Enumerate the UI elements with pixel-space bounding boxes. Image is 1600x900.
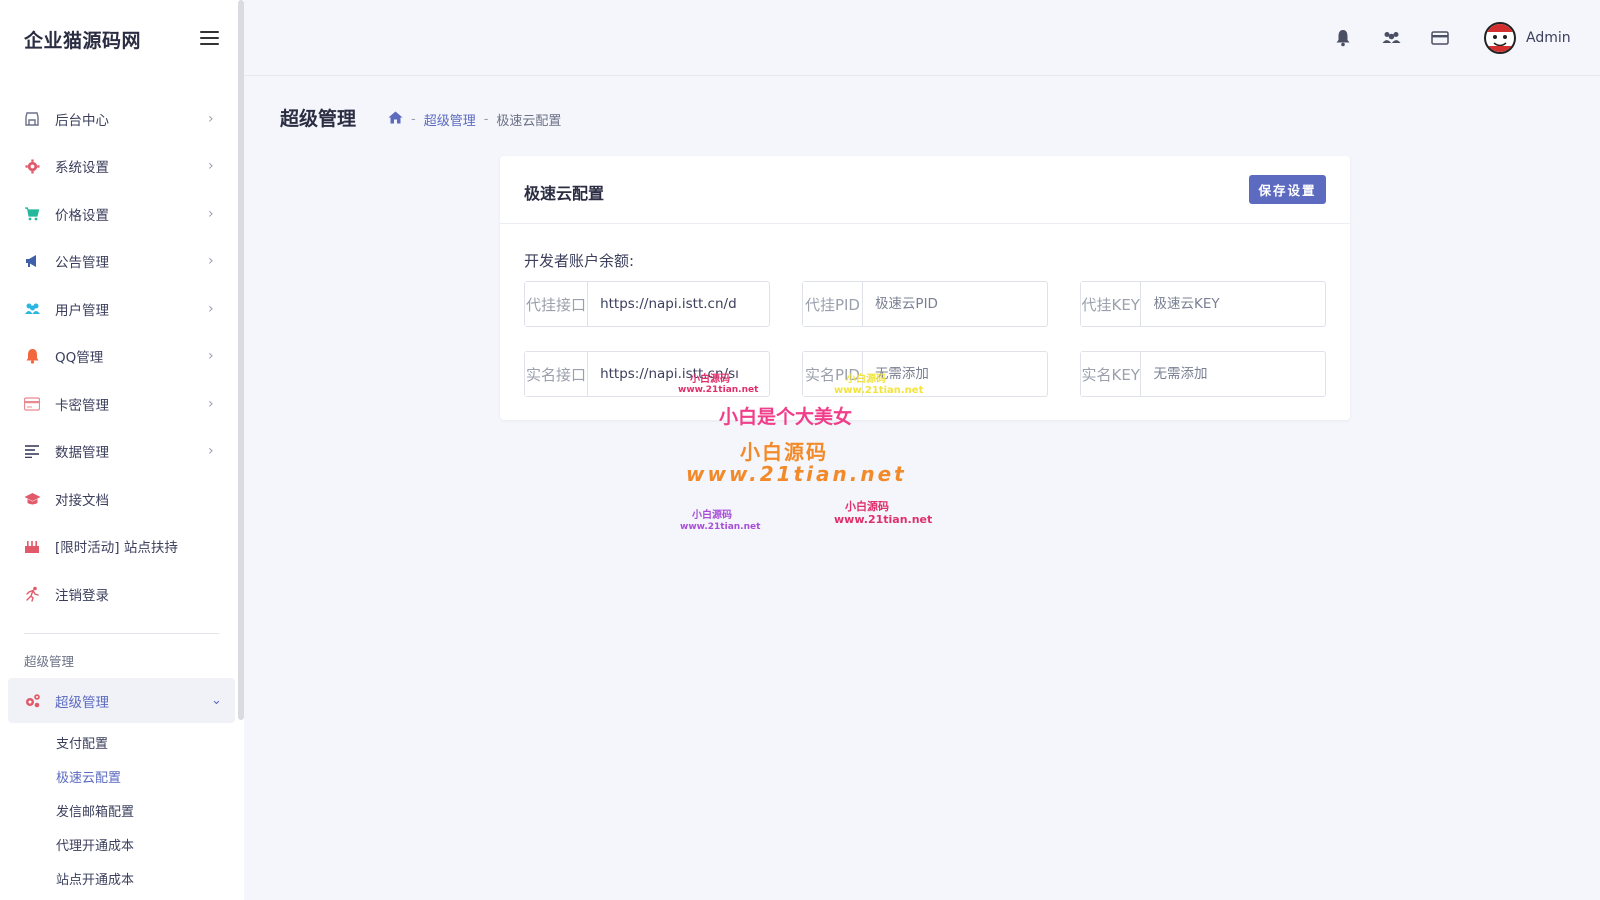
- submenu-item-agent-cost[interactable]: 代理开通成本: [56, 830, 134, 864]
- watermark-text: www.21tian.net: [686, 462, 907, 486]
- watermark-text: 小白源码: [845, 498, 889, 514]
- card-title: 极速云配置: [524, 180, 604, 204]
- sidebar: 企业猫源码网 后台中心 › 系统设置 › 价格设置 ›: [0, 0, 244, 900]
- chevron-right-icon: ›: [208, 158, 214, 174]
- agent-key-input[interactable]: [1141, 282, 1325, 326]
- field-addon: 实名接口: [525, 352, 588, 396]
- sidebar-item-label: [限时活动] 站点扶持: [55, 536, 178, 556]
- submenu-item-payment[interactable]: 支付配置: [56, 728, 134, 762]
- submenu-item-jisuyun[interactable]: 极速云配置: [56, 762, 134, 796]
- sidebar-item-label: 系统设置: [55, 156, 109, 176]
- credit-card-icon[interactable]: [1430, 28, 1450, 48]
- sidebar-item-users[interactable]: 用户管理 ›: [0, 285, 238, 333]
- bell-icon[interactable]: [1333, 28, 1353, 48]
- cart-icon: [23, 205, 41, 223]
- gear-icon: [23, 157, 41, 175]
- chevron-right-icon: ›: [208, 301, 214, 317]
- megaphone-icon: [23, 252, 41, 270]
- chevron-right-icon: ›: [208, 206, 214, 222]
- brand-logo: 企业猫源码网: [24, 26, 141, 53]
- sidebar-section-title: 超级管理: [24, 651, 74, 670]
- config-card: 极速云配置 保存设置 开发者账户余额: 代挂接口 代挂PID 代挂KEY 实名接…: [500, 156, 1350, 420]
- sidebar-item-logout[interactable]: 注销登录: [0, 570, 238, 618]
- agent-key-field: 代挂KEY: [1080, 281, 1326, 327]
- field-addon: 实名KEY: [1081, 352, 1141, 396]
- sidebar-item-label: 后台中心: [55, 109, 109, 129]
- card-icon: [23, 395, 41, 413]
- sidebar-group-super-admin[interactable]: 超级管理 ⌄: [8, 678, 235, 723]
- breadcrumb-current: 极速云配置: [496, 110, 561, 129]
- submenu-item-mail[interactable]: 发信邮箱配置: [56, 796, 134, 830]
- sidebar-item-label: 数据管理: [55, 441, 109, 461]
- field-addon: 实名PID: [803, 352, 863, 396]
- breadcrumb: - 超级管理 - 极速云配置: [388, 110, 561, 129]
- realname-api-field: 实名接口: [524, 351, 770, 397]
- hamburger-menu-icon[interactable]: [200, 31, 219, 45]
- agent-pid-input[interactable]: [863, 282, 1047, 326]
- watermark-text: 小白源码: [740, 436, 828, 465]
- home-icon[interactable]: [388, 111, 403, 128]
- sidebar-item-label: 对接文档: [55, 489, 109, 509]
- field-addon: 代挂PID: [803, 282, 863, 326]
- watermark-text: www.21tian.net: [834, 513, 932, 526]
- chevron-down-icon: ⌄: [211, 693, 222, 708]
- sidebar-item-dashboard[interactable]: 后台中心 ›: [0, 95, 238, 143]
- watermark-text: www.21tian.net: [680, 522, 760, 532]
- chevron-right-icon: ›: [208, 253, 214, 269]
- realname-pid-input[interactable]: [863, 352, 1047, 396]
- card-header: 极速云配置 保存设置: [500, 156, 1350, 224]
- chevron-right-icon: ›: [208, 396, 214, 412]
- sidebar-item-qq[interactable]: QQ管理 ›: [0, 333, 238, 381]
- sidebar-submenu: 支付配置 极速云配置 发信邮箱配置 代理开通成本 站点开通成本: [56, 728, 134, 898]
- users-icon[interactable]: [1381, 28, 1401, 48]
- sidebar-item-label: 公告管理: [55, 251, 109, 271]
- save-settings-button[interactable]: 保存设置: [1249, 175, 1326, 204]
- sidebar-item-cards[interactable]: 卡密管理 ›: [0, 380, 238, 428]
- sidebar-item-label: 卡密管理: [55, 394, 109, 414]
- sidebar-item-label: 价格设置: [55, 204, 109, 224]
- align-icon: [23, 442, 41, 460]
- sidebar-item-announcements[interactable]: 公告管理 ›: [0, 238, 238, 286]
- agent-api-field: 代挂接口: [524, 281, 770, 327]
- breadcrumb-separator: -: [411, 112, 416, 127]
- realname-key-input[interactable]: [1141, 352, 1325, 396]
- realname-key-field: 实名KEY: [1080, 351, 1326, 397]
- cake-icon: [23, 537, 41, 555]
- field-addon: 代挂接口: [525, 282, 588, 326]
- sidebar-item-label: 注销登录: [55, 584, 109, 604]
- field-addon: 代挂KEY: [1081, 282, 1141, 326]
- sidebar-group-label: 超级管理: [55, 691, 109, 711]
- breadcrumb-separator: -: [484, 112, 489, 127]
- users-icon: [23, 300, 41, 318]
- graduation-cap-icon: [23, 490, 41, 508]
- agent-pid-field: 代挂PID: [802, 281, 1048, 327]
- admin-username[interactable]: Admin: [1526, 30, 1571, 46]
- sidebar-item-price-settings[interactable]: 价格设置 ›: [0, 190, 238, 238]
- avatar[interactable]: [1484, 22, 1516, 54]
- chevron-right-icon: ›: [208, 348, 214, 364]
- submenu-item-site-cost[interactable]: 站点开通成本: [56, 864, 134, 898]
- sidebar-item-api-docs[interactable]: 对接文档: [0, 475, 238, 523]
- sidebar-item-label: 用户管理: [55, 299, 109, 319]
- sidebar-divider: [24, 633, 219, 634]
- sidebar-scrollbar[interactable]: [238, 0, 244, 720]
- sidebar-item-site-support[interactable]: [限时活动] 站点扶持: [0, 523, 238, 571]
- store-icon: [23, 110, 41, 128]
- realname-pid-field: 实名PID: [802, 351, 1048, 397]
- chevron-right-icon: ›: [208, 111, 214, 127]
- chevron-right-icon: ›: [208, 443, 214, 459]
- agent-api-input[interactable]: [588, 282, 769, 326]
- run-icon: [23, 585, 41, 603]
- developer-balance-label: 开发者账户余额:: [524, 250, 634, 271]
- watermark-text: 小白源码: [692, 506, 732, 521]
- sidebar-item-system-settings[interactable]: 系统设置 ›: [0, 143, 238, 191]
- breadcrumb-link[interactable]: 超级管理: [424, 110, 476, 129]
- gears-icon: [23, 692, 41, 710]
- sidebar-menu: 后台中心 › 系统设置 › 价格设置 › 公告管理 ›: [0, 95, 238, 618]
- sidebar-item-label: QQ管理: [55, 346, 103, 366]
- page-title: 超级管理: [280, 104, 356, 131]
- sidebar-item-data[interactable]: 数据管理 ›: [0, 428, 238, 476]
- bell-icon: [23, 347, 41, 365]
- realname-api-input[interactable]: [588, 352, 769, 396]
